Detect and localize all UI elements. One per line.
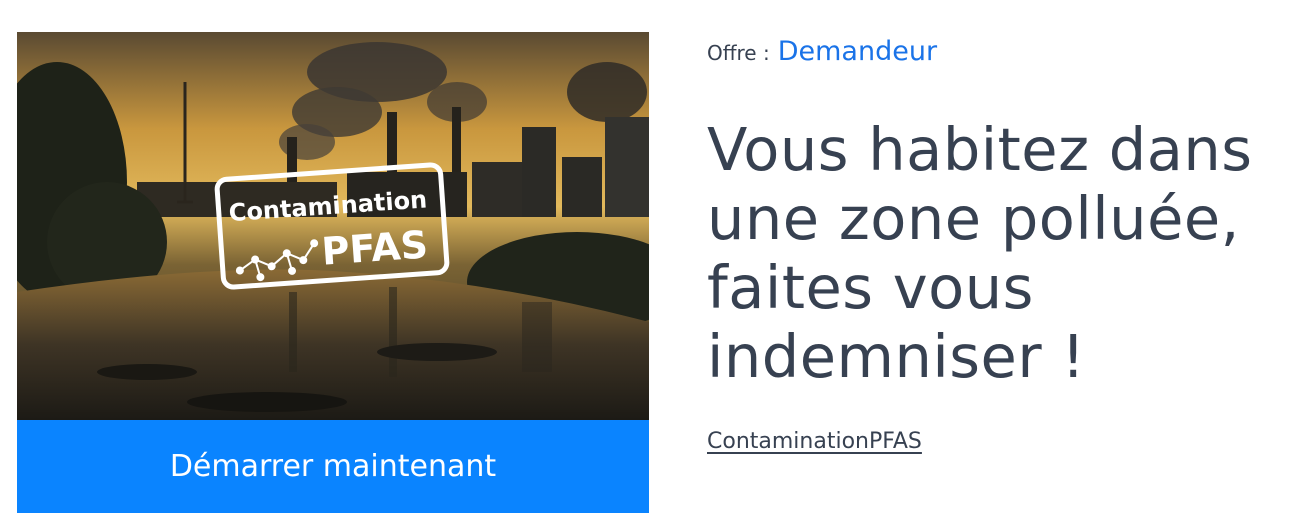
offer-details: Offre : Demandeur Vous habitez dans une …	[707, 36, 1297, 454]
page-title: Vous habitez dans une zone polluée, fait…	[707, 115, 1253, 391]
hero-image: Contamination PFAS	[17, 32, 649, 420]
badge-line2: PFAS	[320, 222, 429, 273]
polluted-landscape-illustration: Contamination PFAS	[17, 32, 649, 420]
offer-line: Offre : Demandeur	[707, 36, 1297, 67]
offer-card: Contamination PFAS Démarrer maintenant	[17, 32, 649, 513]
offer-label: Offre :	[707, 41, 770, 65]
start-now-button[interactable]: Démarrer maintenant	[17, 420, 649, 513]
contamination-pfas-tag-link[interactable]: ContaminationPFAS	[707, 429, 922, 454]
offer-type-value: Demandeur	[777, 36, 938, 67]
